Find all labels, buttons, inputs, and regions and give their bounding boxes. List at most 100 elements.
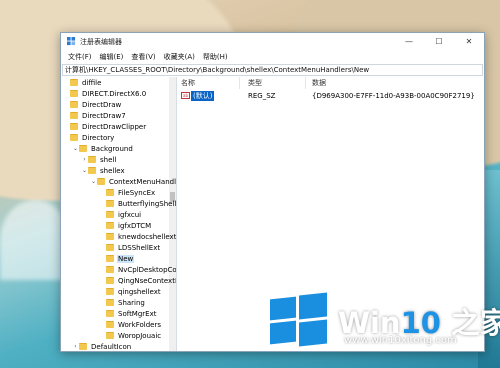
column-divider[interactable]: [239, 77, 240, 89]
folder-icon: [106, 211, 114, 218]
menu-bar: 文件(F) 编辑(E) 查看(V) 收藏夹(A) 帮助(H): [61, 50, 484, 63]
tree-item[interactable]: DirectDraw7: [63, 110, 127, 121]
tree-item[interactable]: DirectDrawClipper: [63, 121, 147, 132]
string-value-icon: ab: [181, 92, 190, 99]
expand-arrow-icon[interactable]: ⌄: [81, 165, 88, 176]
tree-item[interactable]: ButterflyingShell: [99, 198, 177, 209]
column-data-header[interactable]: 数据: [312, 77, 326, 89]
tree-item[interactable]: FileSyncEx: [99, 187, 156, 198]
column-name-header[interactable]: 名称: [181, 77, 195, 89]
folder-icon: [70, 101, 78, 108]
folder-icon: [88, 167, 96, 174]
column-divider[interactable]: [305, 77, 306, 89]
folder-icon: [106, 244, 114, 251]
folder-icon: [106, 233, 114, 240]
tree-item[interactable]: New: [99, 253, 135, 264]
expand-arrow-icon[interactable]: ⌄: [90, 176, 97, 187]
tree-item[interactable]: Directory: [63, 132, 115, 143]
menu-edit[interactable]: 编辑(E): [96, 52, 128, 62]
tree-item[interactable]: › shell: [81, 154, 117, 165]
tree-item-label: shellex: [100, 166, 125, 175]
tree-item[interactable]: diffile: [63, 77, 102, 88]
tree-item[interactable]: › DefaultIcon: [72, 341, 132, 351]
folder-icon: [70, 134, 78, 141]
tree-item[interactable]: ⌄ ContextMenuHandlers: [90, 176, 177, 187]
folder-icon: [70, 90, 78, 97]
tree-item-label: WoropJouaic: [118, 331, 162, 340]
tree-item-label: DirectDraw: [82, 100, 122, 109]
tree-item[interactable]: knewdocshellext: [99, 231, 176, 242]
folder-icon: [70, 79, 78, 86]
tree-item[interactable]: DIRECT.DirectX6.0: [63, 88, 147, 99]
folder-icon: [79, 343, 87, 350]
folder-icon: [106, 332, 114, 339]
folder-icon: [106, 200, 114, 207]
tree-item-label: diffile: [82, 78, 102, 87]
tree-item[interactable]: igfxcui: [99, 209, 142, 220]
column-type-header[interactable]: 类型: [248, 77, 262, 89]
tree-item-label: Sharing: [118, 298, 145, 307]
maximize-button[interactable]: ☐: [424, 33, 454, 50]
tree-item[interactable]: SoftMgrExt: [99, 308, 157, 319]
tree-item[interactable]: QingNseContextMenu: [99, 275, 176, 286]
tree-item[interactable]: NvCplDesktopContext: [99, 264, 176, 275]
tree-item-label: DirectDraw7: [82, 111, 126, 120]
folder-icon: [106, 288, 114, 295]
tree-item-label: ContextMenuHandlers: [109, 177, 177, 186]
address-bar[interactable]: 计算机\HKEY_CLASSES_ROOT\Directory\Backgrou…: [62, 64, 483, 76]
tree-item-label: LDSShellExt: [118, 243, 161, 252]
value-name: (默认): [191, 90, 215, 101]
folder-icon: [106, 299, 114, 306]
expand-arrow-icon[interactable]: ›: [72, 341, 79, 351]
menu-favorites[interactable]: 收藏夹(A): [160, 52, 199, 62]
tree-item-label: qingshellext: [118, 287, 161, 296]
tree-item-label: SoftMgrExt: [118, 309, 157, 318]
close-button[interactable]: ✕: [454, 33, 484, 50]
tree-item[interactable]: igfxDTCM: [99, 220, 152, 231]
tree-item[interactable]: WoropJouaic: [99, 330, 162, 341]
regedit-icon: [67, 37, 76, 46]
tree-item-label: igfxDTCM: [118, 221, 152, 230]
folder-icon: [79, 145, 87, 152]
value-type: REG_SZ: [248, 91, 276, 100]
menu-file[interactable]: 文件(F): [64, 52, 96, 62]
folder-icon: [70, 123, 78, 130]
tree-item-label: WorkFolders: [118, 320, 162, 329]
tree-item[interactable]: qingshellext: [99, 286, 162, 297]
tree-item-label: ButterflyingShell: [118, 199, 177, 208]
expand-arrow-icon[interactable]: ⌄: [72, 143, 79, 154]
tree-item-label: igfxcui: [118, 210, 142, 219]
menu-view[interactable]: 查看(V): [127, 52, 159, 62]
folder-icon: [106, 310, 114, 317]
tree-item[interactable]: LDSShellExt: [99, 242, 161, 253]
tree-item[interactable]: WorkFolders: [99, 319, 162, 330]
tree-scrollbar[interactable]: [169, 77, 176, 351]
folder-icon: [106, 189, 114, 196]
tree-item-label: New: [117, 254, 135, 263]
tree-item[interactable]: ⌄ shellex: [81, 165, 126, 176]
title-bar[interactable]: 注册表编辑器 — ☐ ✕: [61, 33, 484, 50]
tree-item-label: Directory: [82, 133, 115, 142]
expand-arrow-icon[interactable]: ›: [81, 154, 88, 165]
tree-item[interactable]: Sharing: [99, 297, 146, 308]
minimize-button[interactable]: —: [394, 33, 424, 50]
tree-item[interactable]: DirectDraw: [63, 99, 122, 110]
menu-help[interactable]: 帮助(H): [199, 52, 232, 62]
tree-item[interactable]: ⌄ Background: [72, 143, 134, 154]
key-tree: diffile DIRECT.DirectX6.0 DirectDraw Direct…: [61, 77, 177, 351]
value-name-cell: ab (默认): [181, 90, 215, 101]
value-row[interactable]: ab (默认) REG_SZ {D969A300-E7FF-11d0-A93B-…: [177, 90, 484, 101]
windows-logo-icon: [270, 292, 328, 347]
